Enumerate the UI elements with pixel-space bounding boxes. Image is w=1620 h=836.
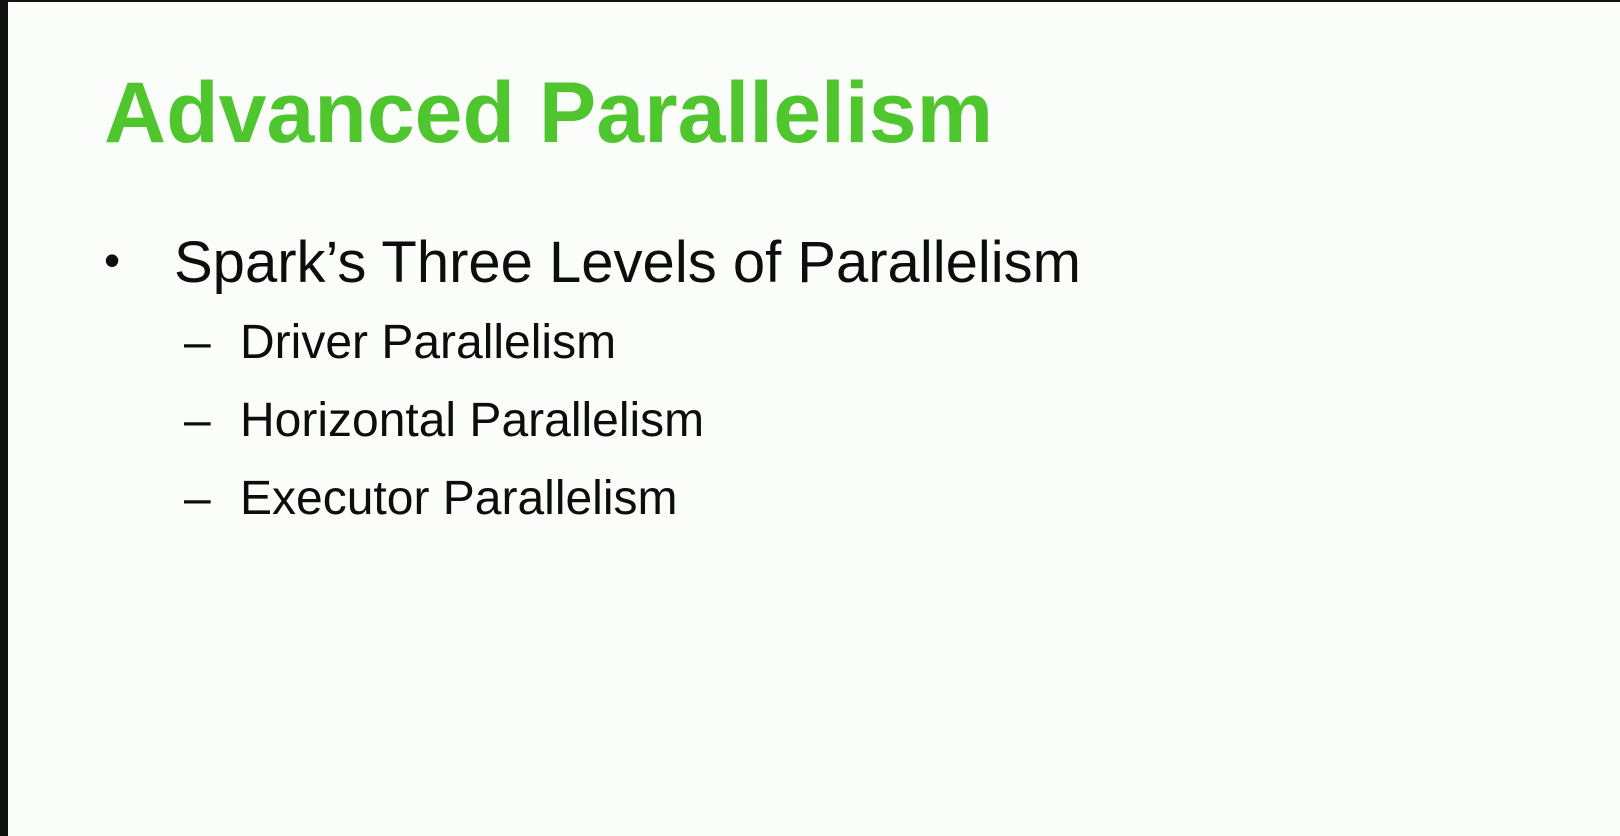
dash-marker: – (184, 316, 211, 369)
sub-bullet-text: Executor Parallelism (240, 472, 678, 525)
bullet-marker: • (104, 234, 121, 286)
main-bullet-text: Spark’s Three Levels of Parallelism (174, 230, 1081, 295)
presentation-slide: Advanced Parallelism • Spark’s Three Leve… (8, 2, 1620, 836)
sub-bullet-list: – Driver Parallelism – Horizontal Parallel… (184, 314, 704, 548)
dash-marker: – (184, 472, 211, 525)
screen-frame: Advanced Parallelism • Spark’s Three Leve… (0, 0, 1620, 836)
sub-bullet-text: Horizontal Parallelism (240, 394, 705, 447)
sub-bullet-executor: – Executor Parallelism (184, 470, 704, 548)
sub-bullet-text: Driver Parallelism (240, 316, 617, 369)
main-bullet: • Spark’s Three Levels of Parallelism (104, 228, 1081, 298)
sub-bullet-driver: – Driver Parallelism (184, 314, 704, 392)
sub-bullet-horizontal: – Horizontal Parallelism (184, 392, 704, 470)
slide-title: Advanced Parallelism (104, 65, 994, 161)
dash-marker: – (184, 394, 211, 447)
